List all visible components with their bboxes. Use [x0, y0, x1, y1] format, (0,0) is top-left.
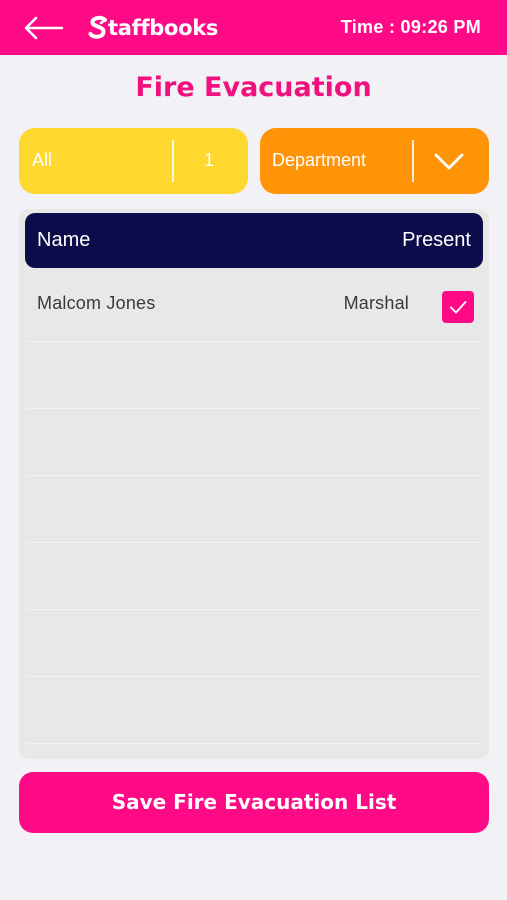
- logo-s-mark-icon: [88, 15, 107, 39]
- empty-table-row: [27, 409, 481, 476]
- table-row: Malcom Jones Marshal: [27, 275, 481, 342]
- all-filter-label: All: [32, 150, 53, 170]
- divider: [172, 140, 174, 182]
- back-arrow-icon[interactable]: [22, 13, 64, 43]
- staffbooks-logo: taffbooks: [88, 13, 218, 43]
- chevron-down-icon[interactable]: [432, 148, 466, 174]
- department-dropdown-label: Department: [272, 150, 367, 170]
- empty-table-row: [27, 677, 481, 744]
- checkmark-icon: [450, 301, 467, 314]
- brand-name: taffbooks: [108, 16, 219, 40]
- department-dropdown[interactable]: Department: [260, 128, 489, 194]
- top-app-bar: taffbooks Time : 09:26 PM: [0, 0, 507, 55]
- column-header-present: Present: [402, 229, 471, 251]
- save-evacuation-list-button[interactable]: Save Fire Evacuation List: [19, 772, 489, 833]
- empty-table-row: [27, 543, 481, 610]
- empty-table-row: [27, 476, 481, 543]
- all-filter-button[interactable]: All 1: [19, 128, 248, 194]
- column-header-name: Name: [37, 229, 91, 251]
- table-header: Name Present: [25, 213, 483, 268]
- divider: [412, 140, 414, 182]
- all-filter-count: 1: [204, 150, 215, 170]
- evacuation-list-panel: Name Present Malcom Jones Marshal: [19, 209, 489, 759]
- staff-role: Marshal: [343, 293, 409, 313]
- empty-table-row: [27, 342, 481, 409]
- present-checkbox[interactable]: [442, 291, 474, 323]
- empty-table-row: [27, 610, 481, 677]
- staff-name: Malcom Jones: [37, 293, 156, 313]
- time-display: Time : 09:26 PM: [340, 17, 481, 37]
- page-title: Fire Evacuation: [135, 72, 372, 103]
